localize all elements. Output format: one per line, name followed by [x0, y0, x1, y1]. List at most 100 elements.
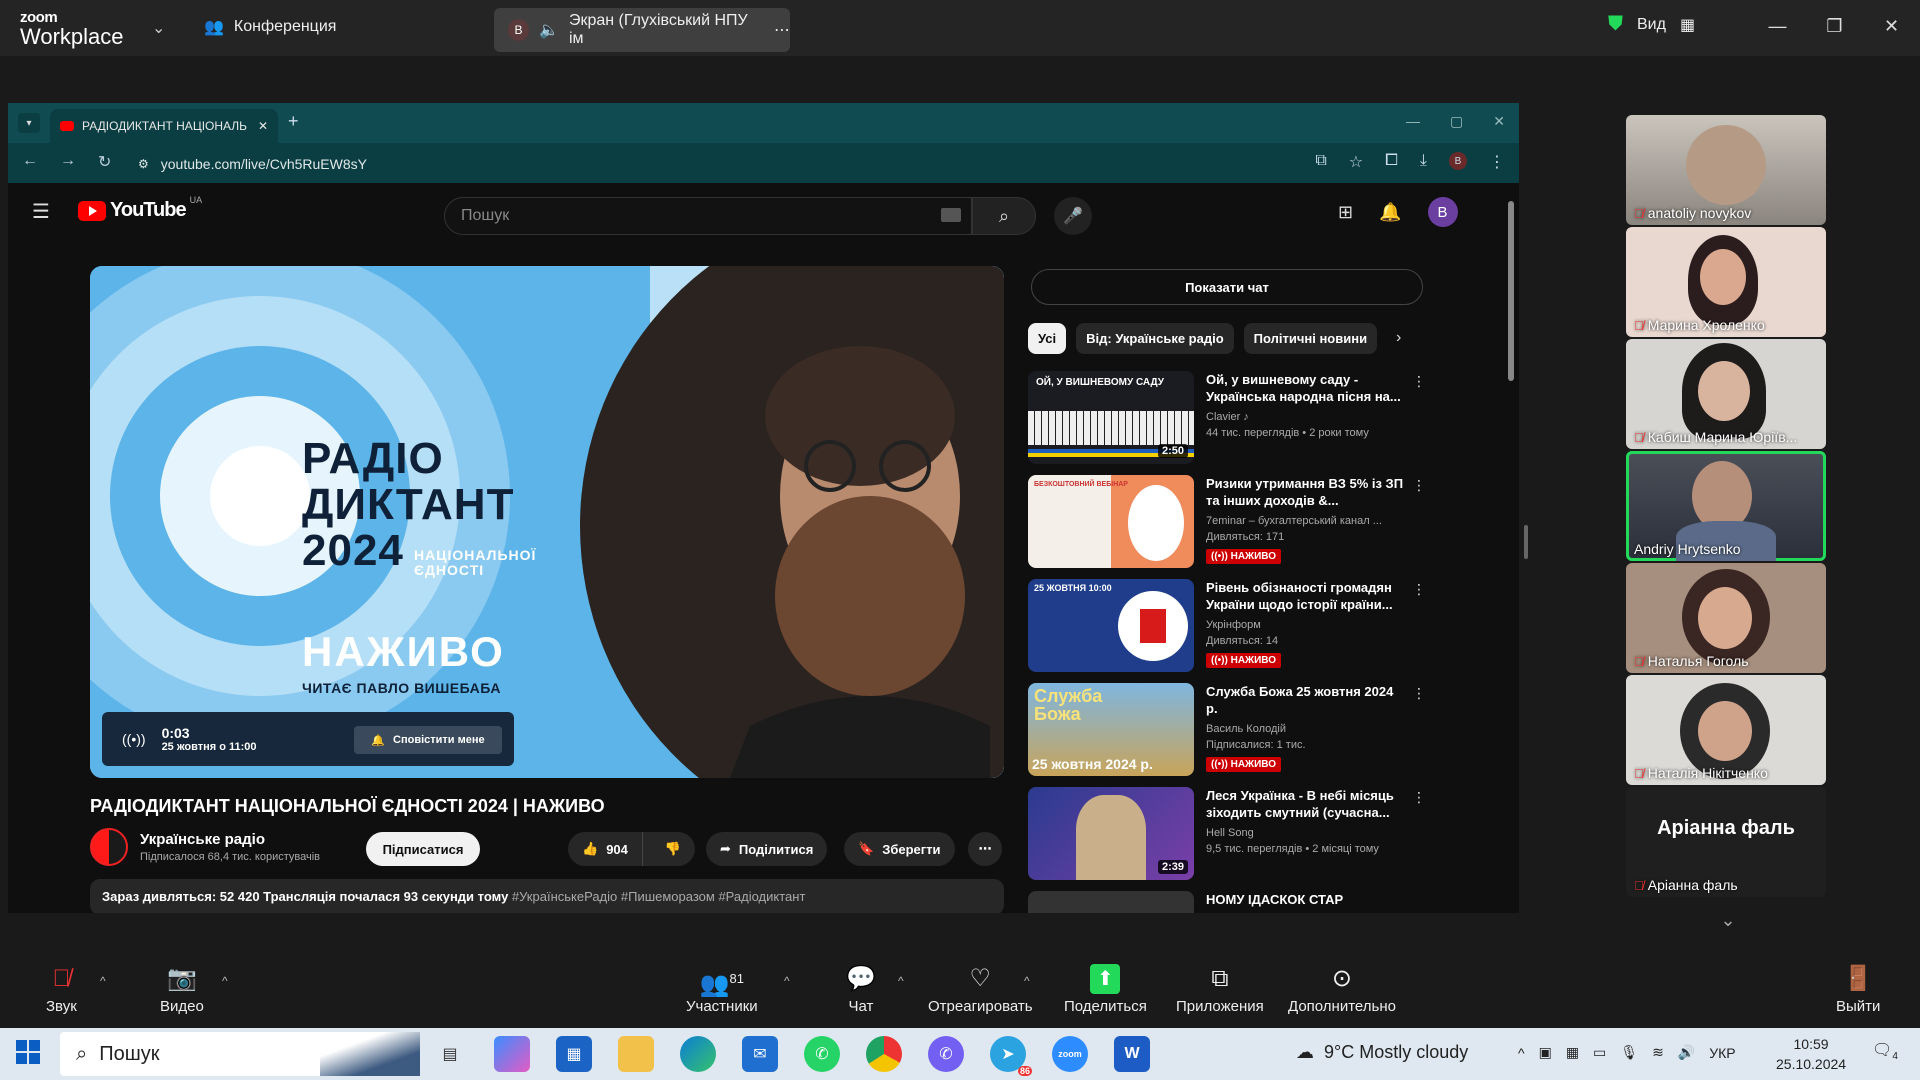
recommended-video[interactable]: 2:39 Леся Українка - В небі місяць зіход…	[1028, 787, 1428, 885]
viber-icon[interactable]: ✆	[928, 1036, 964, 1072]
participant-tile[interactable]: Аріанна фаль 🎙̸ Аріанна фаль	[1626, 787, 1826, 897]
more-options-icon[interactable]: ⋯	[774, 20, 790, 40]
chevron-right-icon[interactable]: ›	[1396, 329, 1401, 347]
browser-maximize-icon[interactable]: ▢	[1450, 113, 1463, 130]
leave-button[interactable]: 🚪 Выйти	[1836, 964, 1880, 1015]
voice-search-button[interactable]: 🎤	[1054, 197, 1092, 235]
file-explorer-icon[interactable]	[618, 1036, 654, 1072]
participants-button[interactable]: 👥81 Участники	[686, 964, 758, 1015]
react-caret-icon[interactable]: ^	[1024, 974, 1030, 988]
chat-caret-icon[interactable]: ^	[898, 974, 904, 988]
share-screen-button[interactable]: ⬆ Поделиться	[1064, 964, 1147, 1015]
minimize-icon[interactable]: —	[1749, 0, 1806, 52]
word-icon[interactable]: W	[1114, 1036, 1150, 1072]
meet-now-icon[interactable]: ▦	[1566, 1044, 1579, 1061]
browser-close-icon[interactable]: ✕	[1493, 113, 1505, 130]
video-thumbnail[interactable]: 2:39	[1028, 787, 1194, 880]
recommended-video[interactable]: БЕЗКОШТОВНИЙ ВЕБІНАР Ризики утримання ВЗ…	[1028, 475, 1428, 573]
participant-tile[interactable]: 🎙̸ anatoliy novykov	[1626, 115, 1826, 225]
save-button[interactable]: 🔖 Зберегти	[844, 832, 955, 866]
close-icon[interactable]: ✕	[1863, 0, 1920, 52]
profile-avatar[interactable]: B	[1449, 152, 1467, 170]
chevron-down-icon[interactable]: ⌄	[152, 18, 165, 38]
back-icon[interactable]: ←	[22, 152, 38, 172]
split-handle[interactable]	[1524, 525, 1528, 559]
participant-tile[interactable]: 🎙̸ Наталія Нікітченко	[1626, 675, 1826, 785]
chip-political-news[interactable]: Політичні новини	[1243, 323, 1378, 354]
more-button[interactable]: ⊙ Дополнительно	[1288, 964, 1396, 1015]
video-thumbnail[interactable]: 25 ЖОВТНЯ 10:00	[1028, 579, 1194, 672]
keyboard-icon[interactable]	[941, 208, 961, 222]
store-icon[interactable]: ▦	[556, 1036, 592, 1072]
site-info-icon[interactable]: ⚙	[138, 157, 149, 171]
grid-icon[interactable]: ▦	[1680, 15, 1695, 35]
install-icon[interactable]: ⧉	[1315, 152, 1326, 172]
taskbar-clock[interactable]: 10:59 25.10.2024	[1776, 1034, 1846, 1074]
apps-button[interactable]: ⧉ Приложения	[1176, 964, 1264, 1015]
whatsapp-icon[interactable]: ✆	[804, 1036, 840, 1072]
address-bar[interactable]: ⚙ youtube.com/live/Cvh5RuEW8sY	[138, 151, 1308, 177]
video-description[interactable]: Зараз дивляться: 52 420 Трансляція почал…	[90, 879, 1004, 913]
chip-from-channel[interactable]: Від: Українське радіо	[1076, 323, 1234, 354]
view-button[interactable]: Вид	[1637, 16, 1666, 34]
copilot-icon[interactable]	[494, 1036, 530, 1072]
more-icon[interactable]: ⋮	[1412, 789, 1426, 806]
dislike-button[interactable]: 👎	[651, 841, 695, 857]
battery-icon[interactable]: ▭	[1593, 1044, 1606, 1061]
more-icon[interactable]: ⋮	[1412, 685, 1426, 702]
shield-icon[interactable]: ⛊	[1608, 13, 1623, 36]
notifications-bell-icon[interactable]: 🔔	[1379, 202, 1401, 223]
video-thumbnail[interactable]: Служба Божа 25 жовтня 2024 р.	[1028, 683, 1194, 776]
more-icon[interactable]: ⋮	[1412, 477, 1426, 494]
scrollbar-thumb[interactable]	[1508, 201, 1514, 381]
tray-overflow-icon[interactable]: ^	[1518, 1045, 1525, 1061]
chat-button[interactable]: 💬 Чат	[846, 964, 876, 1015]
wifi-icon[interactable]: ≋	[1652, 1044, 1664, 1061]
more-icon[interactable]: ⋮	[1412, 581, 1426, 598]
user-avatar[interactable]: B	[1427, 197, 1458, 227]
share-button[interactable]: ➦ Поділитися	[706, 832, 828, 866]
search-button[interactable]: ⌕	[972, 197, 1036, 235]
taskbar-search[interactable]: ⌕ Пошук	[60, 1032, 420, 1076]
edge-icon[interactable]	[680, 1036, 716, 1072]
show-chat-button[interactable]: Показати чат	[1031, 269, 1423, 305]
bookmark-star-icon[interactable]: ☆	[1349, 152, 1363, 172]
participant-tile[interactable]: 🎙̸ Кабиш Марина Юріїв...	[1626, 339, 1826, 449]
hamburger-menu-icon[interactable]: ☰	[32, 199, 50, 224]
restore-icon[interactable]: ❐	[1806, 0, 1863, 52]
channel-name[interactable]: Українське радіо	[140, 831, 320, 848]
participant-tile[interactable]: 🎙̸ Марина Хроленко	[1626, 227, 1826, 337]
forward-icon[interactable]: →	[60, 152, 76, 172]
youtube-logo[interactable]: YouTube UA	[78, 195, 202, 222]
recommended-video[interactable]: Служба Божа 25 жовтня 2024 р. Служба Бож…	[1028, 683, 1428, 781]
new-tab-icon[interactable]: +	[288, 111, 299, 132]
description-tags[interactable]: #УкраїнськеРадіо #Пишеморазом #Радіодикт…	[512, 889, 806, 904]
recommended-video[interactable]: НОМУ ІДАСКОК СТАР	[1028, 891, 1428, 913]
mail-icon[interactable]: ✉	[742, 1036, 778, 1072]
language-indicator[interactable]: УКР	[1709, 1045, 1735, 1061]
gallery-scroll-down-icon[interactable]: ⌄	[1698, 910, 1758, 936]
notification-center-icon[interactable]: 🗨4	[1872, 1040, 1898, 1062]
zoom-app-icon[interactable]: zoom	[1052, 1036, 1088, 1072]
video-button[interactable]: 📷 Видео	[160, 964, 204, 1015]
page-scrollbar[interactable]	[1506, 191, 1516, 911]
chip-all[interactable]: Усі	[1028, 323, 1067, 354]
reload-icon[interactable]: ↻	[98, 152, 111, 172]
participant-tile-active[interactable]: Andriy Hrytsenko	[1626, 451, 1826, 561]
browser-minimize-icon[interactable]: —	[1406, 113, 1420, 130]
meeting-info-button[interactable]: 👥 Конференция	[204, 17, 336, 37]
channel-avatar[interactable]	[90, 828, 128, 866]
more-icon[interactable]: ⋮	[1412, 373, 1426, 390]
video-thumbnail[interactable]: БЕЗКОШТОВНИЙ ВЕБІНАР	[1028, 475, 1194, 568]
extensions-icon[interactable]: ⧠	[1385, 152, 1398, 172]
task-view-icon[interactable]: ▤	[432, 1036, 468, 1072]
tab-search-icon[interactable]: ▾	[18, 113, 40, 133]
volume-icon[interactable]: 🔊	[1678, 1044, 1695, 1061]
react-button[interactable]: ♡ Отреагировать	[928, 964, 1033, 1015]
telegram-icon[interactable]: ➤ 86	[990, 1036, 1032, 1076]
video-player[interactable]: РАДІО ДИКТАНТ 2024 НАЦІОНАЛЬНОЇ ЄДНОСТІ …	[90, 266, 1004, 778]
windows-start-icon[interactable]	[16, 1040, 40, 1064]
browser-menu-icon[interactable]: ⋮	[1489, 152, 1505, 172]
like-button[interactable]: 👍 904	[568, 832, 643, 866]
participant-tile[interactable]: 🎙̸ Наталья Гоголь	[1626, 563, 1826, 673]
